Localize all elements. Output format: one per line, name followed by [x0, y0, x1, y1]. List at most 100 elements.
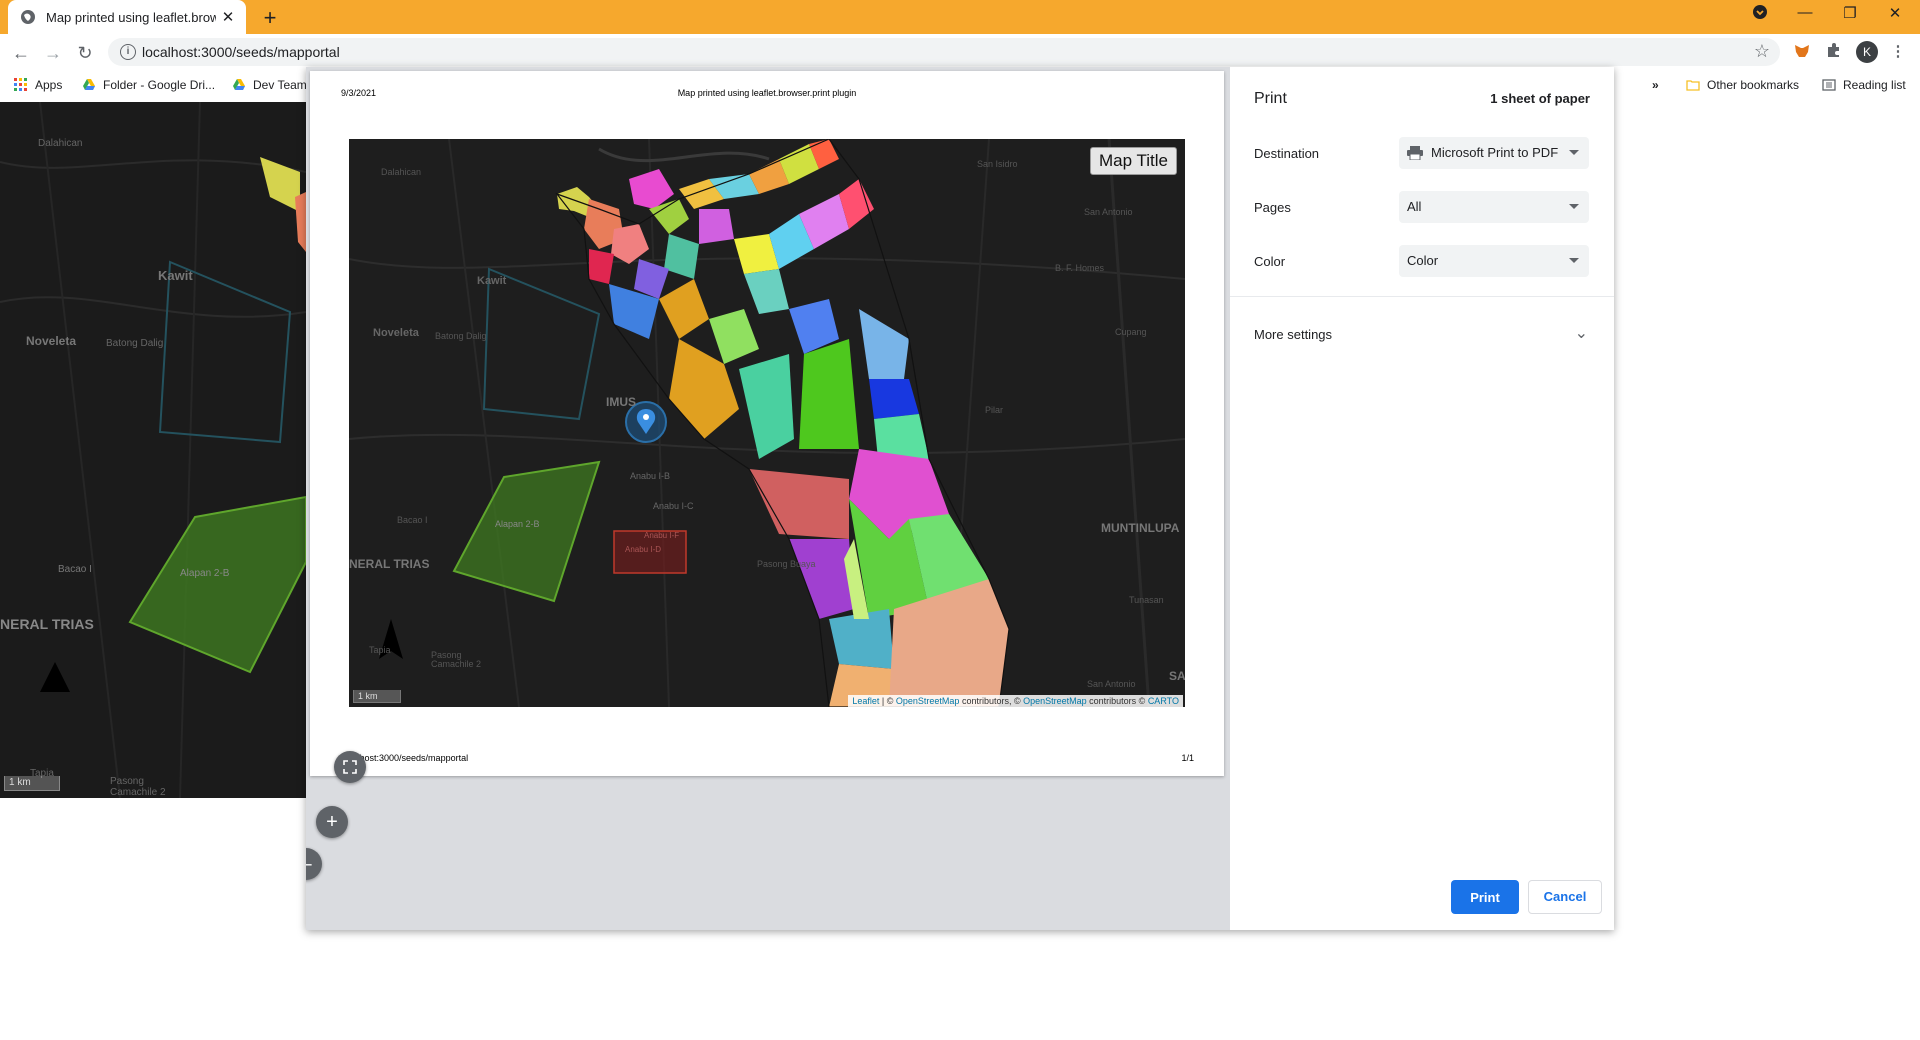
attribution-leaflet-link[interactable]: Leaflet [852, 696, 879, 706]
new-tab-button[interactable]: + [258, 5, 282, 31]
pages-select[interactable]: All [1399, 191, 1589, 223]
attribution-text-1: contributors, © [959, 696, 1024, 706]
profile-avatar[interactable]: K [1856, 41, 1878, 63]
kebab-menu-icon[interactable]: ⋮ [1888, 42, 1908, 62]
browser-tab[interactable]: Map printed using leaflet.browser.print … [8, 0, 246, 34]
print-preview-area: 9/3/2021 Map printed using leaflet.brows… [306, 67, 1230, 930]
pages-value: All [1407, 199, 1422, 214]
fullscreen-icon [343, 760, 357, 774]
metamask-extension-icon[interactable] [1792, 42, 1812, 62]
globe-icon [21, 10, 35, 24]
destination-select[interactable]: Microsoft Print to PDF [1399, 137, 1589, 169]
print-dialog-title: Print [1254, 90, 1287, 107]
map-label-anabu-id: Anabu I-D [625, 545, 662, 554]
zoom-in-button[interactable]: + [316, 806, 348, 838]
minimize-button[interactable]: — [1793, 4, 1817, 21]
bookmark-devteam[interactable]: Dev Team [232, 78, 307, 92]
site-info-icon[interactable]: i [120, 44, 136, 60]
map-label-imus: IMUS [606, 395, 636, 409]
page-header-title: Map printed using leaflet.browser.print … [677, 88, 857, 98]
bg-label-batong-dalig: Batong Dalig [106, 338, 164, 349]
print-button[interactable]: Print [1451, 880, 1519, 914]
attribution-osm-link-2[interactable]: OpenStreetMap [1023, 696, 1087, 706]
bookmark-folder[interactable]: Folder - Google Dri... [82, 78, 215, 92]
map-label-bacao: Bacao I [397, 515, 428, 525]
map-label-noveleta: Noveleta [373, 327, 419, 339]
bg-label-bacao: Bacao I [58, 564, 92, 575]
pages-label: Pages [1254, 200, 1291, 215]
close-tab-icon[interactable]: ✕ [216, 8, 240, 26]
map-label-batong-dalig: Batong Dalig [435, 331, 487, 341]
reading-list-label: Reading list [1843, 78, 1906, 92]
chevron-down-icon [1569, 150, 1579, 155]
map-label-san-antonio-2: San Antonio [1087, 679, 1136, 689]
tab-strip: Map printed using leaflet.browser.print … [0, 0, 1920, 34]
cancel-button[interactable]: Cancel [1528, 880, 1602, 914]
zoom-out-button[interactable]: – [306, 848, 322, 880]
bookmark-apps[interactable]: Apps [14, 78, 62, 92]
reading-list-icon [1822, 79, 1836, 91]
bookmark-star-icon[interactable]: ☆ [1754, 41, 1770, 62]
chevron-down-icon [1569, 258, 1579, 263]
sheet-count: 1 sheet of paper [1490, 91, 1590, 106]
map-label-san-isidro: San Isidro [977, 159, 1018, 169]
map-label-general-trias: NERAL TRIAS [349, 557, 430, 571]
address-bar[interactable]: i localhost:3000/seeds/mapportal ☆ [108, 38, 1780, 66]
map-attribution: Leaflet | © OpenStreetMap contributors, … [848, 695, 1183, 707]
folder-icon [1686, 80, 1700, 91]
map-label-pasong-buaya: Pasong Buaya [757, 559, 816, 569]
reload-button[interactable]: ↻ [74, 42, 96, 64]
printer-icon [1407, 146, 1423, 160]
map-label-bf-homes: B. F. Homes [1055, 263, 1105, 273]
map-label-anabu-if: Anabu I-F [644, 531, 680, 540]
fit-to-page-button[interactable] [334, 751, 366, 783]
close-window-button[interactable]: ✕ [1883, 4, 1907, 22]
bg-label-dalahican: Dalahican [38, 138, 83, 149]
bookmarks-overflow-chevron[interactable]: » [1652, 78, 1659, 92]
url-text: localhost:3000/seeds/mapportal [142, 44, 340, 60]
google-drive-icon [83, 79, 95, 90]
google-drive-icon [233, 79, 245, 90]
apps-grid-icon [14, 78, 27, 91]
attribution-text-2: contributors © [1086, 696, 1148, 706]
print-settings-panel: Print 1 sheet of paper Destination Micro… [1230, 67, 1614, 930]
attribution-carto-link[interactable]: CARTO [1148, 696, 1179, 706]
map-label-kawit: Kawit [477, 275, 507, 287]
map-label-cupang: Cupang [1115, 327, 1147, 337]
restore-button[interactable]: ❐ [1838, 4, 1862, 22]
chevron-down-icon[interactable]: ⌄ [1575, 323, 1588, 343]
printed-map: Dalahican San Isidro San Antonio Kawit B… [349, 139, 1185, 707]
attribution-osm-link-1[interactable]: OpenStreetMap [896, 696, 960, 706]
back-button[interactable]: ← [10, 42, 32, 64]
background-map-canvas [0, 102, 306, 798]
bg-label-alapan: Alapan 2-B [180, 568, 230, 579]
destination-value: Microsoft Print to PDF [1431, 145, 1559, 160]
puzzle-icon [1828, 43, 1839, 57]
bg-label-noveleta: Noveleta [26, 334, 77, 348]
bookmark-devteam-label: Dev Team [253, 78, 307, 92]
bookmark-other[interactable]: Other bookmarks [1686, 78, 1799, 92]
tab-title: Map printed using leaflet.browser.print … [46, 9, 216, 25]
bg-label-general-trias: NERAL TRIAS [0, 616, 94, 632]
color-select[interactable]: Color [1399, 245, 1589, 277]
bookmark-folder-label: Folder - Google Dri... [103, 78, 216, 92]
browser-toolbar: ← → ↻ i localhost:3000/seeds/mapportal ☆… [0, 34, 1920, 70]
background-map[interactable]: Dalahican Kawit Noveleta Batong Dalig Al… [0, 102, 306, 798]
tab-search-icon[interactable] [1748, 4, 1772, 24]
map-label-san-antonio: San Antonio [1084, 207, 1133, 217]
map-label-anabu-ib: Anabu I-B [630, 471, 671, 481]
bookmark-apps-label: Apps [35, 78, 63, 92]
map-title: Map Title [1090, 147, 1177, 175]
settings-divider [1230, 296, 1614, 297]
map-label-sa: SA [1169, 669, 1185, 683]
more-settings-toggle[interactable]: More settings [1254, 327, 1332, 342]
color-value: Color [1407, 253, 1439, 268]
map-label-alapan: Alapan 2-B [495, 519, 540, 529]
print-preview-page: 9/3/2021 Map printed using leaflet.brows… [310, 71, 1224, 776]
print-dialog: 9/3/2021 Map printed using leaflet.brows… [306, 67, 1614, 930]
forward-button[interactable]: → [42, 42, 64, 64]
reading-list[interactable]: Reading list [1822, 78, 1906, 92]
map-label-tapia: Tapia [369, 645, 391, 655]
extensions-puzzle-icon[interactable] [1824, 42, 1844, 62]
chevron-down-icon [1569, 204, 1579, 209]
